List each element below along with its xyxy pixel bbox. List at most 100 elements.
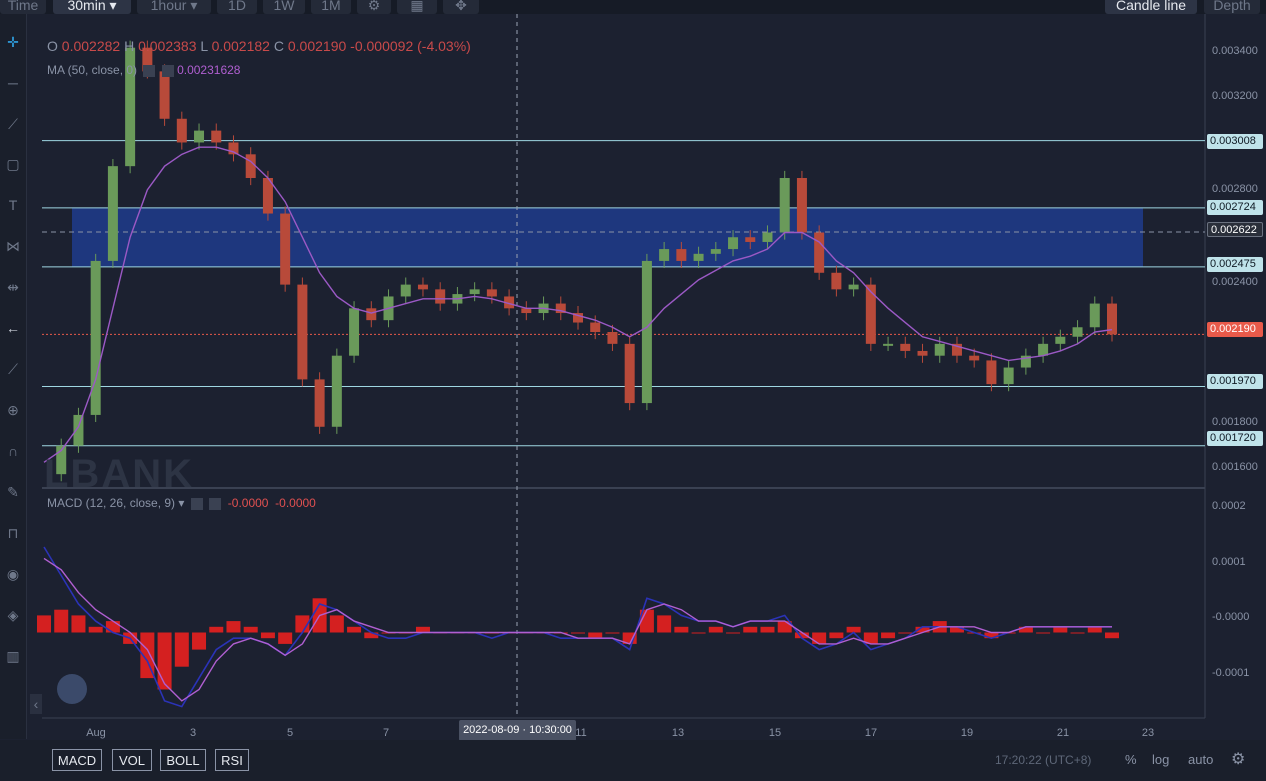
price-chart[interactable] [0,0,1266,781]
macd-histogram-bar [88,626,103,633]
candle-body [366,308,377,321]
ma-settings-icon[interactable] [143,64,156,77]
macd-histogram-bar [829,632,844,639]
candle-body [1003,367,1014,385]
macd-histogram-bar [571,632,585,634]
candle-body [900,343,911,351]
ohlc-low: 0.002182 [211,38,270,54]
candle-body [590,322,601,332]
macd-histogram-bar [192,632,207,650]
macd-histogram-bar [657,615,672,633]
candle-body [194,130,205,143]
candle-body [917,350,928,356]
macd-histogram-bar [37,615,51,633]
macd-histogram-bar [691,632,706,634]
ohlc-close: 0.002190 [287,38,347,54]
macd-histogram-bar [708,626,723,633]
x-tick-label: 7 [382,727,390,739]
level-tag[interactable]: 0.002475 [1207,257,1263,272]
crosshair-time-label: 2022-08-09 · 10:30:00 [459,720,576,741]
macd-histogram-bar [105,621,120,633]
ma-close-icon[interactable] [161,64,174,77]
macd-histogram-bar [226,621,241,633]
ohlc-open: 0.002282 [61,38,121,54]
candle-body [676,249,687,261]
macd-histogram-bar [812,632,827,644]
macd-histogram-bar [157,632,172,690]
y-tick-label: 0.002400 [1212,276,1258,288]
ohlc-high-label: H [124,38,135,54]
candle-body [865,284,876,344]
macd-y-tick: -0.0001 [1212,667,1250,679]
ohlc-legend: O 0.002282 H 0.002383 L 0.002182 C 0.002… [47,38,471,54]
macd-histogram-bar [54,609,69,633]
candle-body [90,260,101,415]
macd-histogram-bar [243,626,258,633]
x-tick-label: 17 [864,727,878,739]
level-tag[interactable]: 0.001720 [1207,431,1263,446]
macd-histogram-bar [415,626,430,633]
candle-body [728,237,739,250]
macd-histogram-bar [1053,626,1068,633]
candle-body [521,308,532,314]
candle-body [796,178,807,233]
macd-close-icon[interactable] [209,497,222,510]
level-tag[interactable]: 0.002724 [1207,200,1263,215]
candle-body [297,284,308,380]
log-toggle[interactable]: log [1152,752,1169,767]
indicator-macd-button[interactable]: MACD [52,749,102,771]
candle-body [624,343,635,404]
macd-y-tick: 0.0002 [1212,500,1246,512]
indicator-boll-button[interactable]: BOLL [160,749,206,771]
gear-icon[interactable]: ⚙ [1231,749,1245,769]
ohlc-open-label: O [47,38,58,54]
ohlc-close-label: C [273,38,284,54]
candle-body [814,232,825,273]
macd-y-tick: -0.0000 [1212,611,1250,623]
candle-body [486,289,497,297]
dashed-level-tag[interactable]: 0.002622 [1207,222,1263,237]
candle-body [400,284,411,297]
ohlc-high: 0.002383 [138,38,197,54]
x-tick-label: 13 [671,727,685,739]
indicator-rsi-button[interactable]: RSI [215,749,249,771]
macd-histogram-bar [1105,632,1119,639]
y-tick-label: 0.003200 [1212,90,1258,102]
level-tag[interactable]: 0.001970 [1207,374,1263,389]
y-tick-label: 0.003400 [1212,45,1258,57]
candle-body [73,414,84,446]
macd-settings-icon[interactable] [190,497,203,510]
macd-histogram-bar [898,632,913,634]
macd-histogram-bar [760,626,775,633]
auto-toggle[interactable]: auto [1188,752,1213,767]
ma-value: 0.00231628 [177,63,241,77]
y-tick-label: 0.001600 [1212,461,1258,473]
macd-histogram-bar [1070,632,1085,634]
candle-body [435,289,446,304]
chevron-down-icon[interactable]: ▾ [178,496,184,510]
ohlc-low-label: L [200,38,208,54]
candle-body [745,237,756,242]
macd-histogram-bar [726,632,741,634]
x-tick-label: 15 [768,727,782,739]
candle-body [176,118,187,143]
x-tick-label: 19 [960,727,974,739]
candle-body [280,213,291,285]
exchange-logo-icon [57,674,87,704]
candle-body [848,284,859,290]
macd-histogram-bar [209,626,224,633]
macd-histogram-bar [71,615,86,633]
candle-body [211,130,222,143]
candle-body [1072,327,1083,337]
macd-pane [42,490,1205,718]
macd-histogram-bar [278,632,293,644]
percent-toggle[interactable]: % [1125,752,1137,767]
candle-body [934,343,945,356]
macd-histogram-bar [1036,632,1051,634]
indicator-vol-button[interactable]: VOL [112,749,152,771]
x-tick-label: 21 [1056,727,1070,739]
candle-body [1055,336,1066,344]
level-tag[interactable]: 0.003008 [1207,134,1263,149]
y-tick-label: 0.001800 [1212,416,1258,428]
ma-legend: MA (50, close, 0) 0.00231628 [47,63,240,77]
